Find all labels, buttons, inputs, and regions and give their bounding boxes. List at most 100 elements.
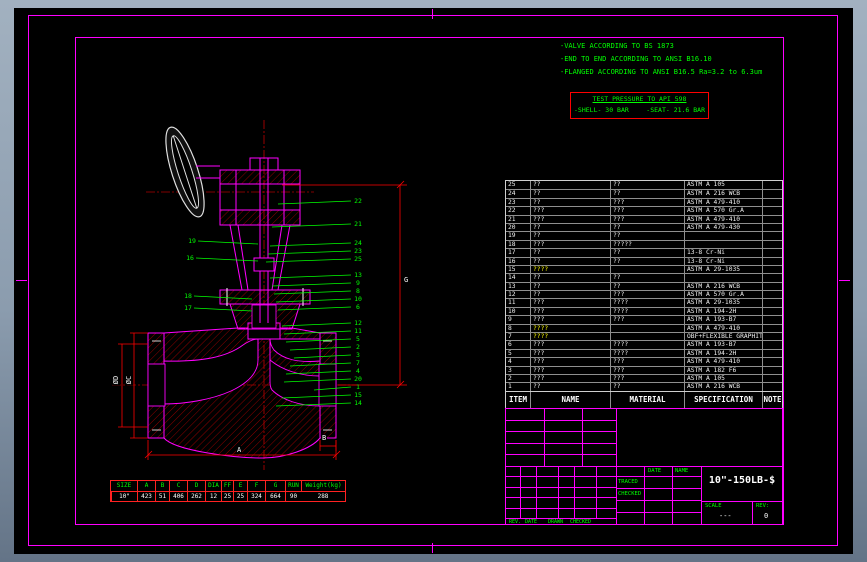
size-table-header-cell: A [137,481,155,491]
bom-item-number: 2 [508,374,512,382]
table-row: 2 ??? ??? ASTM A 105 [506,373,782,383]
part-callout: 2 [356,343,360,351]
bom-header-specification: SPECIFICATION [684,391,762,408]
bom-note [762,316,782,324]
bom-material: ???? [610,349,684,358]
bom-note [762,249,782,257]
bom-note [762,349,782,358]
bom-specification: ASTM A 193-B7 [684,316,762,324]
bom-specification: ASTM A 479-410 [684,324,762,333]
bom-material: ?? [610,232,684,240]
bom-material: ?? [610,383,684,391]
bom-specification: ASTM A 479-410 [684,198,762,207]
size-table-value-cell: 262 [187,491,205,501]
bom-part-name: ?? [530,198,610,207]
bom-note [762,341,782,349]
bom-note [762,333,782,341]
bom-item-number: 14 [508,274,516,282]
dimension-label: B [321,434,328,442]
size-table-value-cell: 406 [169,491,187,501]
bom-item-number: 8 [508,324,512,332]
size-table-value-cell: 12 [205,491,221,501]
note-line: -VALVE ACCORDING TO BS 1873 [560,42,674,50]
dimension-label: A [236,446,243,454]
bom-specification: ASTM A 479-410 [684,215,762,223]
name-column-header: NAME [675,468,689,474]
handwheel [165,126,220,218]
size-table-value-cell: 324 [247,491,265,501]
bom-specification: ASTM A 105 [684,374,762,383]
bom-header-material: MATERIAL [610,391,684,408]
table-row: 19 ?? ?? [506,231,782,240]
size-table-header-cell: Weight(kg) [301,481,345,491]
bom-item-number: 1 [508,383,512,391]
part-callout: 24 [354,239,362,247]
bom-note [762,240,782,249]
bom-specification [684,274,762,282]
bom-part-name: ??? [530,307,610,316]
bom-item-number: 22 [508,207,516,215]
table-row: 5 ??? ???? ASTM A 194-2H [506,348,782,358]
table-row: 12 ?? ??? ASTM A 570 Gr.A [506,290,782,299]
part-callout: 6 [356,303,360,311]
part-callout: 13 [354,271,362,279]
bom-material: ?? [610,181,684,190]
bom-part-name: ??? [530,341,610,349]
bom-material: ?? [610,257,684,265]
bom-material: ??? [610,207,684,215]
bom-part-name: ?? [530,282,610,291]
bom-specification: 13-8 Cr-Ni [684,257,762,265]
bom-specification: ASTM A 29-1035 [684,299,762,307]
bom-specification: ASTM A 193-B7 [684,341,762,349]
bom-item-number: 5 [508,349,512,357]
part-callout: 18 [184,292,192,300]
table-row: 4 ??? ??? ASTM A 479-410 [506,357,782,366]
bom-note [762,383,782,391]
size-table-value-cell: 25 [221,491,233,501]
bom-header-note: NOTE [762,391,782,408]
bom-material [610,265,684,274]
table-row: 23 ?? ??? ASTM A 479-410 [506,197,782,207]
bom-material: ?? [610,274,684,282]
bom-specification: ASTM A 194-2H [684,349,762,358]
bom-note [762,366,782,374]
bom-part-name: ???? [530,333,610,341]
bom-note [762,282,782,291]
bom-item-number: 20 [508,223,516,231]
part-callout: 7 [356,359,360,367]
size-table-header-cell: FF [221,481,233,491]
bom-note [762,358,782,366]
dimension-label: G [403,276,410,284]
bom-material: ???? [610,307,684,316]
table-row: 21 ??? ??? ASTM A 479-410 [506,214,782,223]
bom-part-name: ?? [530,249,610,257]
bom-rows: 25 ?? ?? ASTM A 105 24 ?? ?? ASTM A 216 … [506,181,782,391]
bom-specification: ASTM A 29-1035 [684,265,762,274]
footer-rev-label: REV. [509,519,522,525]
bom-header-row: ITEM NAME MATERIAL SPECIFICATION NOTE [506,390,782,408]
bom-item-number: 4 [508,358,512,366]
rev-label: REV: [756,503,770,509]
bom-part-name: ??? [530,349,610,358]
bom-specification: 13-8 Cr-Ni [684,249,762,257]
bom-header-item: ITEM [508,394,528,404]
size-table-value-cell: 10" [111,491,137,501]
bom-part-name: ?? [530,190,610,198]
bom-note [762,215,782,223]
bom-material: ?? [610,249,684,257]
size-table-header-cell: B [155,481,169,491]
bom-part-name: ??? [530,374,610,383]
size-table-value-cell: 25 [233,491,247,501]
note-line: -END TO END ACCORDING TO ANSI B16.10 [560,55,712,63]
bom-material: ??? [610,198,684,207]
part-callout: 4 [356,367,360,375]
size-table-value-cell: 90 [285,491,301,501]
bom-part-name: ?? [530,181,610,190]
bom-specification [684,232,762,240]
valve-bonnet [219,288,311,330]
part-callout: 21 [354,220,362,228]
size-table-header-cell: C [169,481,187,491]
bom-specification: OBF+FLEXIBLE GRAPHITE [684,333,762,341]
bom-part-name: ??? [530,366,610,374]
bom-specification: ASTM A 105 [684,181,762,190]
